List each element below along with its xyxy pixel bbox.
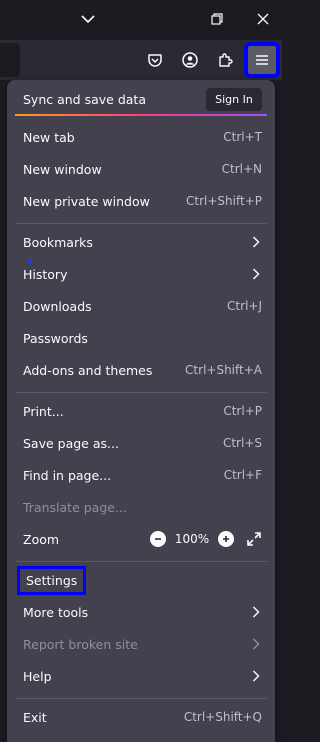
navigation-toolbar (0, 40, 282, 80)
menu-separator (15, 392, 267, 393)
downloads-shortcut: Ctrl+J (227, 299, 262, 313)
menu-item-translate-page: Translate page... (7, 492, 275, 522)
hamburger-menu-icon (255, 54, 269, 66)
history-label: History (23, 266, 68, 282)
new-private-window-shortcut: Ctrl+Shift+P (186, 194, 262, 208)
settings-label-wrap: Settings (17, 565, 262, 595)
chevron-right-icon (250, 605, 262, 619)
menu-separator (15, 698, 267, 699)
menu-item-zoom: Zoom 100% (7, 524, 275, 554)
print-label: Print... (23, 403, 64, 419)
new-tab-label: New tab (23, 129, 75, 145)
menu-item-more-tools[interactable]: More tools (7, 597, 275, 627)
zoom-label: Zoom (23, 531, 60, 547)
pocket-button[interactable] (140, 45, 170, 75)
passwords-label: Passwords (23, 330, 88, 346)
find-shortcut: Ctrl+F (223, 468, 262, 482)
addons-shortcut: Ctrl+Shift+A (185, 363, 262, 377)
sync-label: Sync and save data (23, 91, 146, 107)
cursor-marker (28, 259, 32, 263)
menu-item-report-broken-site: Report broken site (7, 629, 275, 659)
restore-window-button[interactable] (197, 0, 237, 38)
chevron-right-icon (250, 267, 262, 281)
sync-separator (15, 114, 267, 116)
pocket-icon (147, 52, 163, 68)
account-icon (182, 52, 198, 68)
restore-icon (211, 13, 223, 25)
account-button[interactable] (175, 45, 205, 75)
downloads-label: Downloads (23, 298, 92, 314)
sync-row: Sync and save data Sign In (7, 84, 275, 114)
fullscreen-icon (247, 532, 261, 546)
menu-item-passwords[interactable]: Passwords (7, 323, 275, 353)
chevron-right-icon (250, 669, 262, 683)
save-page-shortcut: Ctrl+S (222, 436, 262, 450)
zoom-out-button[interactable] (150, 531, 166, 547)
menu-item-help[interactable]: Help (7, 661, 275, 691)
close-icon (257, 13, 269, 25)
zoom-controls: 100% (150, 531, 262, 547)
zoom-in-button[interactable] (218, 531, 234, 547)
title-bar (0, 0, 282, 38)
menu-item-print[interactable]: Print... Ctrl+P (7, 396, 275, 426)
addons-label: Add-ons and themes (23, 362, 153, 378)
new-private-window-label: New private window (23, 193, 150, 209)
menu-item-new-private-window[interactable]: New private window Ctrl+Shift+P (7, 186, 275, 216)
close-window-button[interactable] (243, 0, 283, 38)
zoom-reset-button[interactable]: 100% (172, 532, 212, 546)
extensions-icon (217, 52, 233, 68)
plus-icon (223, 536, 229, 542)
menu-separator (15, 223, 267, 224)
more-tools-label: More tools (23, 604, 89, 620)
fullscreen-button[interactable] (246, 531, 262, 547)
new-tab-shortcut: Ctrl+T (223, 130, 262, 144)
menu-item-exit[interactable]: Exit Ctrl+Shift+Q (7, 702, 275, 732)
exit-shortcut: Ctrl+Shift+Q (183, 710, 262, 724)
sign-in-button[interactable]: Sign In (206, 87, 262, 111)
menu-item-new-tab[interactable]: New tab Ctrl+T (7, 122, 275, 152)
open-application-menu-button[interactable] (244, 42, 280, 78)
save-page-label: Save page as... (23, 435, 119, 451)
exit-label: Exit (23, 709, 47, 725)
find-label: Find in page... (23, 467, 112, 483)
menu-item-save-page[interactable]: Save page as... Ctrl+S (7, 428, 275, 458)
app-menu-panel: Sync and save data Sign In New tab Ctrl+… (7, 80, 275, 742)
chevron-right-icon (250, 235, 262, 249)
bookmarks-label: Bookmarks (23, 234, 93, 250)
chevron-down-icon (81, 14, 95, 24)
url-bar[interactable] (0, 43, 20, 77)
translate-label: Translate page... (23, 499, 127, 515)
menu-item-find-in-page[interactable]: Find in page... Ctrl+F (7, 460, 275, 490)
extensions-button[interactable] (210, 45, 240, 75)
new-window-label: New window (23, 161, 102, 177)
report-broken-label: Report broken site (23, 636, 138, 652)
menu-item-settings[interactable]: Settings (7, 565, 275, 595)
menu-item-addons[interactable]: Add-ons and themes Ctrl+Shift+A (7, 355, 275, 385)
chevron-right-icon (250, 637, 262, 651)
new-window-shortcut: Ctrl+N (221, 162, 262, 176)
menu-item-bookmarks[interactable]: Bookmarks (7, 227, 275, 257)
help-label: Help (23, 668, 52, 684)
print-shortcut: Ctrl+P (223, 404, 262, 418)
minus-icon (155, 538, 161, 540)
menu-item-new-window[interactable]: New window Ctrl+N (7, 154, 275, 184)
menu-item-downloads[interactable]: Downloads Ctrl+J (7, 291, 275, 321)
settings-label: Settings (17, 565, 87, 595)
list-all-tabs-button[interactable] (68, 0, 108, 38)
menu-separator (15, 561, 267, 562)
menu-item-history[interactable]: History (7, 259, 275, 289)
